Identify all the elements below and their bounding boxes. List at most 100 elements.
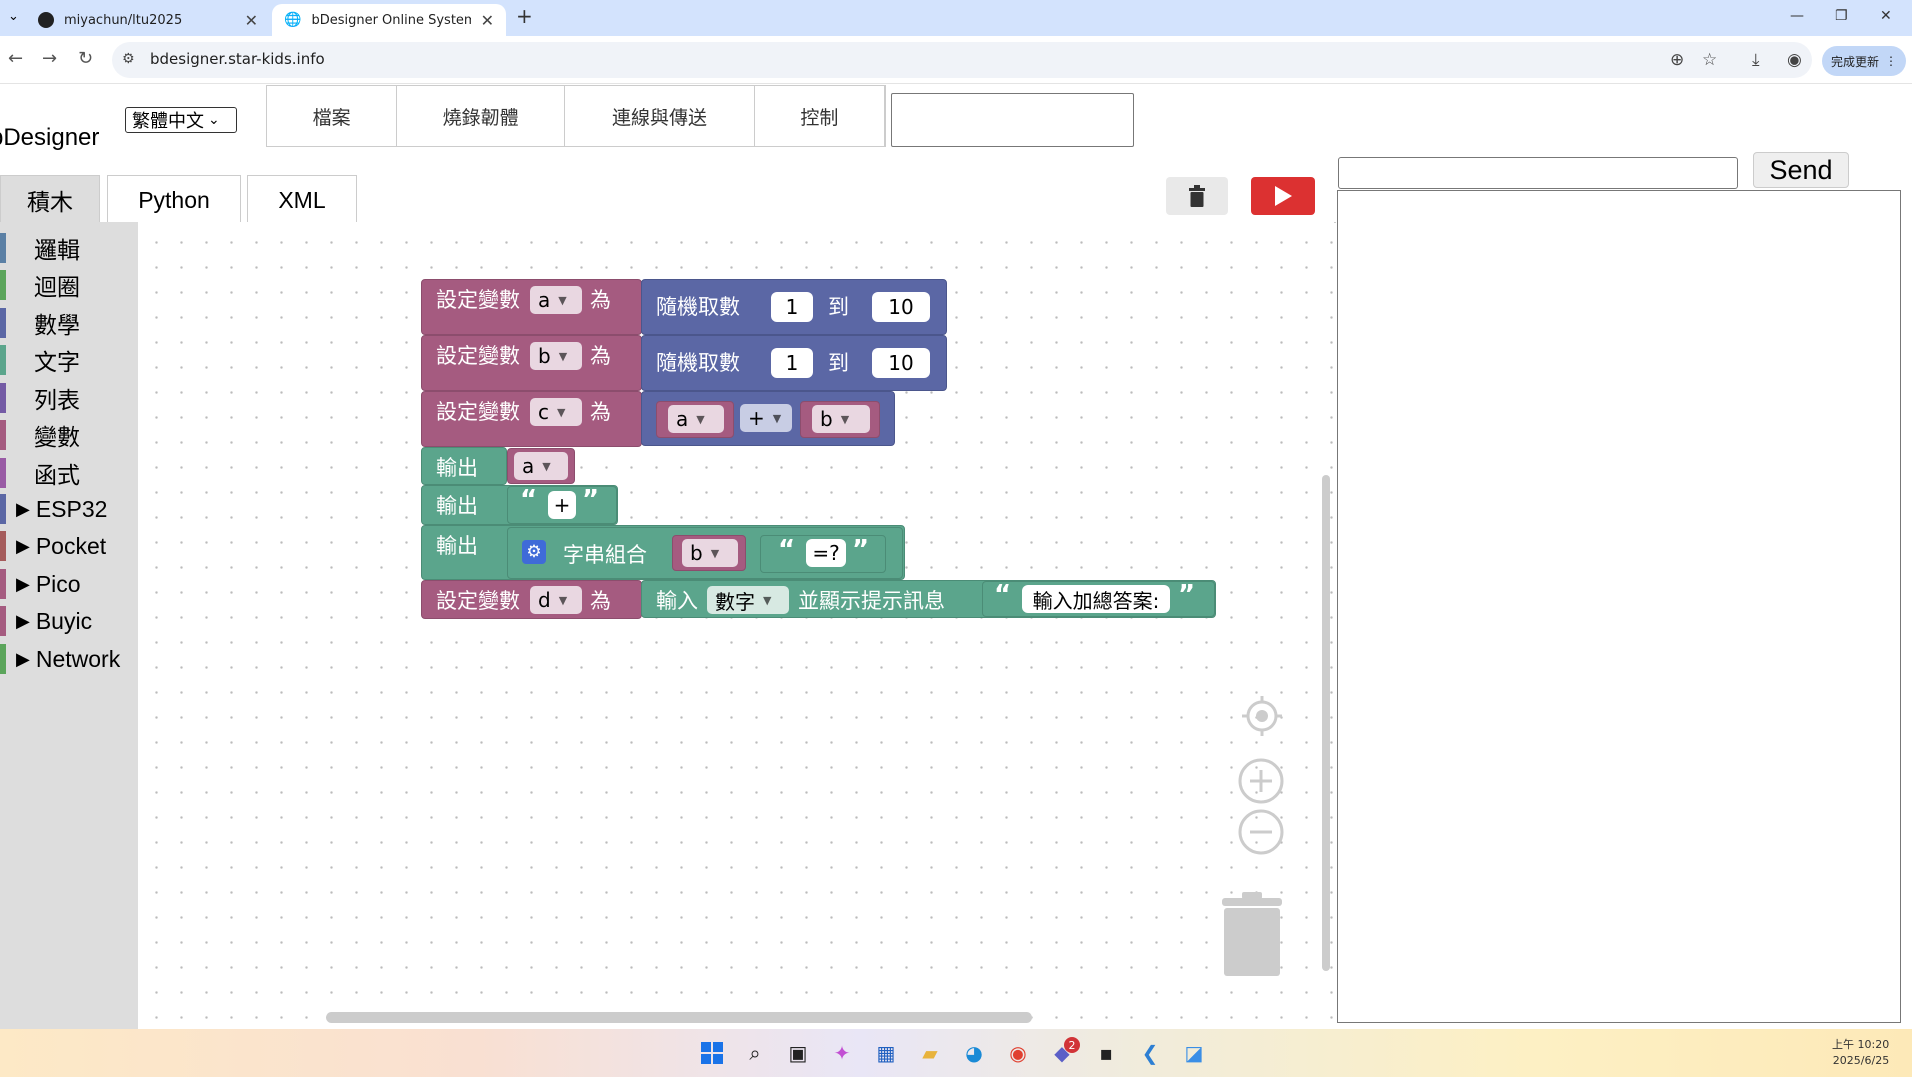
close-window-button[interactable]: ✕ [1880, 8, 1892, 24]
text-field[interactable]: 輸入加總答案: [1022, 585, 1170, 613]
address-bar[interactable] [112, 42, 1812, 78]
input-type-dropdown[interactable]: 數字 ▼ [707, 586, 789, 614]
variable-dropdown[interactable]: b ▼ [682, 539, 738, 567]
horizontal-scrollbar[interactable] [326, 1012, 1032, 1023]
task-view-icon[interactable]: ▣ [786, 1041, 810, 1065]
language-select[interactable]: 繁體中文 ⌄ [125, 107, 237, 133]
number-field[interactable]: 10 [872, 292, 930, 322]
text-field[interactable]: =? [806, 539, 846, 567]
as-label: 為 [590, 288, 611, 312]
tab-python[interactable]: Python [107, 175, 241, 224]
toolbox-group-pico[interactable]: ▶ Pico [0, 567, 138, 601]
toolbox-group-network[interactable]: ▶ Network [0, 642, 138, 676]
restore-button[interactable]: ❐ [1835, 8, 1848, 24]
menu-control[interactable]: 控制 [755, 86, 885, 146]
random-label: 隨機取數 [656, 295, 740, 319]
chrome-icon[interactable]: ◉ [1006, 1041, 1030, 1065]
category-color-bar [0, 569, 6, 599]
profile-icon[interactable]: ◉ [1787, 50, 1802, 70]
to-label: 到 [828, 351, 849, 375]
browser-tab-github[interactable]: miyachun/ltu2025 ✕ [26, 4, 270, 36]
send-button[interactable]: Send [1753, 152, 1849, 188]
variable-dropdown[interactable]: b ▼ [530, 342, 582, 370]
variable-dropdown[interactable]: a ▼ [514, 452, 568, 480]
download-icon[interactable]: ⤓ [1752, 50, 1760, 70]
minimize-button[interactable]: — [1790, 8, 1804, 24]
zoom-icon[interactable]: ⊕ [1670, 50, 1684, 70]
file-explorer-icon[interactable]: ▰ [918, 1041, 942, 1065]
windows-start-icon[interactable] [700, 1041, 724, 1065]
variable-dropdown[interactable]: d ▼ [530, 586, 582, 614]
toolbox-category-text[interactable]: 文字 [0, 343, 138, 377]
tab-xml[interactable]: XML [247, 175, 357, 224]
search-icon[interactable]: ⌕ [743, 1041, 767, 1065]
variable-name: a [538, 288, 551, 312]
quote-open: “ [520, 485, 538, 515]
toolbox-category-logic[interactable]: 邏輯 [0, 231, 138, 265]
menu-connect[interactable]: 連線與傳送 [565, 86, 755, 146]
toolbox-group-pocket[interactable]: ▶ Pocket [0, 529, 138, 563]
edge-icon[interactable]: ◕ [962, 1041, 986, 1065]
copilot-icon[interactable]: ✦ [830, 1041, 854, 1065]
category-color-bar [0, 606, 6, 636]
group-label: Pocket [35, 532, 107, 559]
toolbox-group-buyic[interactable]: ▶ Buyic [0, 604, 138, 638]
menu-firmware[interactable]: 燒錄韌體 [397, 86, 566, 146]
toolbox-category-math[interactable]: 數學 [0, 306, 138, 340]
variable-name: d [538, 588, 551, 612]
number-field[interactable]: 1 [771, 348, 813, 378]
reload-icon[interactable]: ↻ [78, 48, 93, 69]
new-tab-button[interactable]: + [516, 4, 533, 28]
close-icon[interactable]: ✕ [245, 11, 258, 30]
bookmark-star-icon[interactable]: ☆ [1702, 50, 1717, 70]
toolbox-category-functions[interactable]: 函式 [0, 456, 138, 490]
operator-dropdown[interactable]: + ▼ [740, 404, 792, 432]
expand-arrow-icon: ▶ [16, 535, 30, 556]
send-input[interactable] [1338, 157, 1738, 189]
toolbox-category-variables[interactable]: 變數 [0, 418, 138, 452]
gear-icon[interactable]: ⚙ [522, 540, 546, 564]
forward-icon[interactable]: → [42, 48, 57, 69]
back-icon[interactable]: ← [8, 48, 23, 69]
vertical-scrollbar[interactable] [1322, 475, 1330, 971]
run-button[interactable] [1251, 177, 1315, 215]
workspace-trash-icon[interactable] [1220, 892, 1284, 982]
clock-date: 2025/6/25 [1832, 1054, 1890, 1067]
recenter-icon[interactable] [1240, 694, 1284, 747]
set-label: 設定變數 [436, 589, 520, 613]
vscode-icon[interactable]: ❮ [1138, 1041, 1162, 1065]
tab-search-icon[interactable]: ⌄ [8, 9, 19, 24]
serial-console[interactable] [1337, 190, 1901, 1023]
category-label: 數學 [34, 312, 80, 338]
update-button[interactable]: 完成更新 ⋮ [1822, 46, 1906, 76]
toolbox-category-loops[interactable]: 迴圈 [0, 268, 138, 302]
status-textarea[interactable] [891, 93, 1134, 147]
tab-title: bDesigner Online System202 [311, 12, 471, 28]
clear-button[interactable] [1166, 177, 1228, 215]
variable-name: a [522, 454, 535, 478]
zoom-in-icon[interactable] [1238, 758, 1284, 808]
print-label: 輸出 [436, 456, 478, 480]
toolbox-category-lists[interactable]: 列表 [0, 381, 138, 415]
site-settings-icon[interactable]: ⚙ [122, 51, 135, 67]
app-icon[interactable]: ◪ [1182, 1041, 1206, 1065]
number-field[interactable]: 1 [771, 292, 813, 322]
number-field[interactable]: 10 [872, 348, 930, 378]
variable-dropdown[interactable]: b ▼ [812, 405, 870, 433]
url-text[interactable]: bdesigner.star-kids.info [150, 50, 325, 68]
zoom-out-icon[interactable] [1238, 809, 1284, 859]
browser-tab-bdesigner[interactable]: 🌐 bDesigner Online System202 ✕ [272, 4, 506, 36]
tab-blocks[interactable]: 積木 [0, 175, 100, 224]
variable-dropdown[interactable]: a ▼ [668, 405, 724, 433]
text-field[interactable]: + [548, 491, 576, 519]
variable-dropdown[interactable]: c ▼ [530, 398, 582, 426]
system-clock[interactable]: 上午 10:20 2025/6/25 [1832, 1037, 1889, 1069]
variable-dropdown[interactable]: a ▼ [530, 286, 582, 314]
toolbox-group-esp32[interactable]: ▶ ESP32 [0, 492, 138, 526]
menu-file[interactable]: 檔案 [267, 86, 398, 146]
terminal-icon[interactable]: ▪ [1094, 1041, 1118, 1065]
set-label: 設定變數 [436, 400, 520, 424]
store-icon[interactable]: ▦ [874, 1041, 898, 1065]
close-icon[interactable]: ✕ [481, 11, 494, 30]
as-label: 為 [590, 400, 611, 424]
